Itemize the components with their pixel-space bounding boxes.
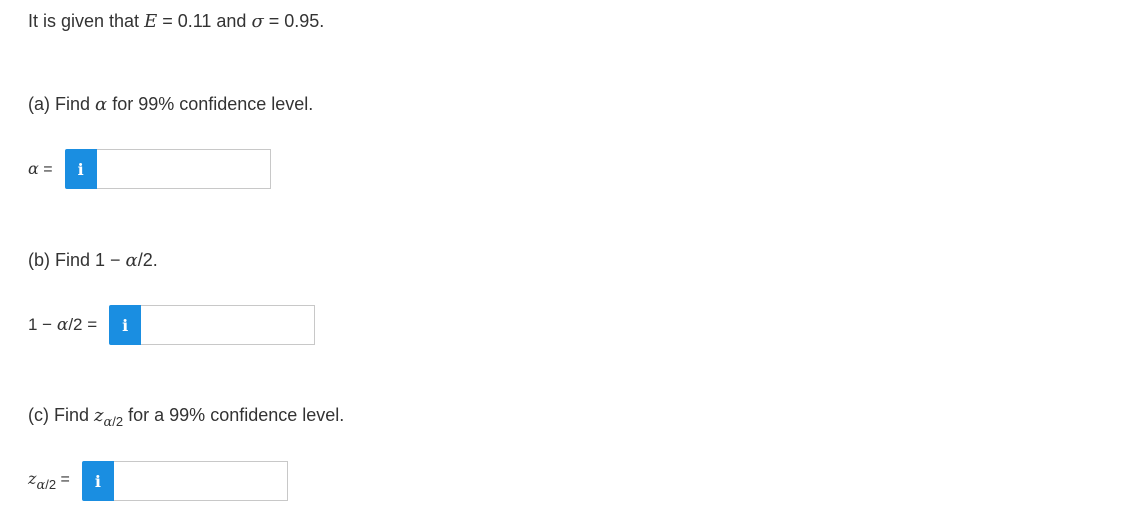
part-c-subscript-rest: /2 xyxy=(112,413,124,429)
part-a-info-icon[interactable]: i xyxy=(64,149,97,189)
part-b-text-before: Find 1 − xyxy=(50,250,126,270)
part-a-prompt: (a) Find α for 99% confidence level. xyxy=(28,94,313,115)
part-c-answer-eq: = xyxy=(56,471,70,489)
part-c-subscript: α/2 xyxy=(103,413,124,430)
sigma-symbol: σ xyxy=(251,11,264,32)
part-c-answer-label: zα/2 = xyxy=(28,469,70,493)
sigma-value: = 0.95. xyxy=(263,11,325,31)
e-value: = 0.11 and xyxy=(157,11,252,31)
part-b-answer-label: 1 − α/2 = xyxy=(28,315,97,335)
part-b-answer-eq: /2 = xyxy=(68,315,98,334)
part-c-text-after: for a 99% confidence level. xyxy=(123,405,345,425)
problem-statement: It is given that E = 0.11 and σ = 0.95. xyxy=(28,11,324,32)
part-c-answer-sub-symbol: α xyxy=(36,477,46,493)
part-c-symbol: z xyxy=(94,405,104,426)
part-a-symbol: α xyxy=(95,94,108,115)
part-b-text-after: /2. xyxy=(137,250,158,270)
part-c-answer-subscript: α/2 xyxy=(36,476,57,493)
part-c-info-icon[interactable]: i xyxy=(81,461,114,501)
part-b-answer-input[interactable] xyxy=(141,305,316,345)
statement-prefix: It is given that xyxy=(28,11,145,31)
part-b-answer-symbol: α xyxy=(56,315,69,335)
part-a-answer-eq: = xyxy=(38,161,53,178)
part-c-text-before: Find xyxy=(49,405,95,425)
part-b-answer-prefix: 1 − xyxy=(28,315,57,334)
part-c-answer-sub-rest: /2 xyxy=(45,476,57,492)
part-c-prompt: (c) Find zα/2 for a 99% confidence level… xyxy=(28,405,344,430)
part-c-label: (c) xyxy=(28,405,49,425)
part-a-answer-row: α = i xyxy=(28,148,271,190)
part-b-prompt: (b) Find 1 − α/2. xyxy=(28,250,158,271)
part-a-answer-label: α = xyxy=(28,159,53,179)
part-b-symbol: α xyxy=(125,250,138,271)
part-c-subscript-symbol: α xyxy=(103,414,113,430)
part-a-answer-input[interactable] xyxy=(96,149,271,189)
part-a-label: (a) xyxy=(28,94,50,114)
part-b-label: (b) xyxy=(28,250,50,270)
part-a-text-after: for 99% confidence level. xyxy=(107,94,314,114)
part-b-info-icon[interactable]: i xyxy=(109,305,142,345)
e-symbol: E xyxy=(144,11,158,32)
part-a-answer-symbol: α xyxy=(28,159,39,178)
part-c-answer-input[interactable] xyxy=(113,461,288,501)
part-a-text-before: Find xyxy=(50,94,96,114)
part-b-answer-row: 1 − α/2 = i xyxy=(28,304,316,346)
part-c-answer-row: zα/2 = i xyxy=(28,460,288,502)
